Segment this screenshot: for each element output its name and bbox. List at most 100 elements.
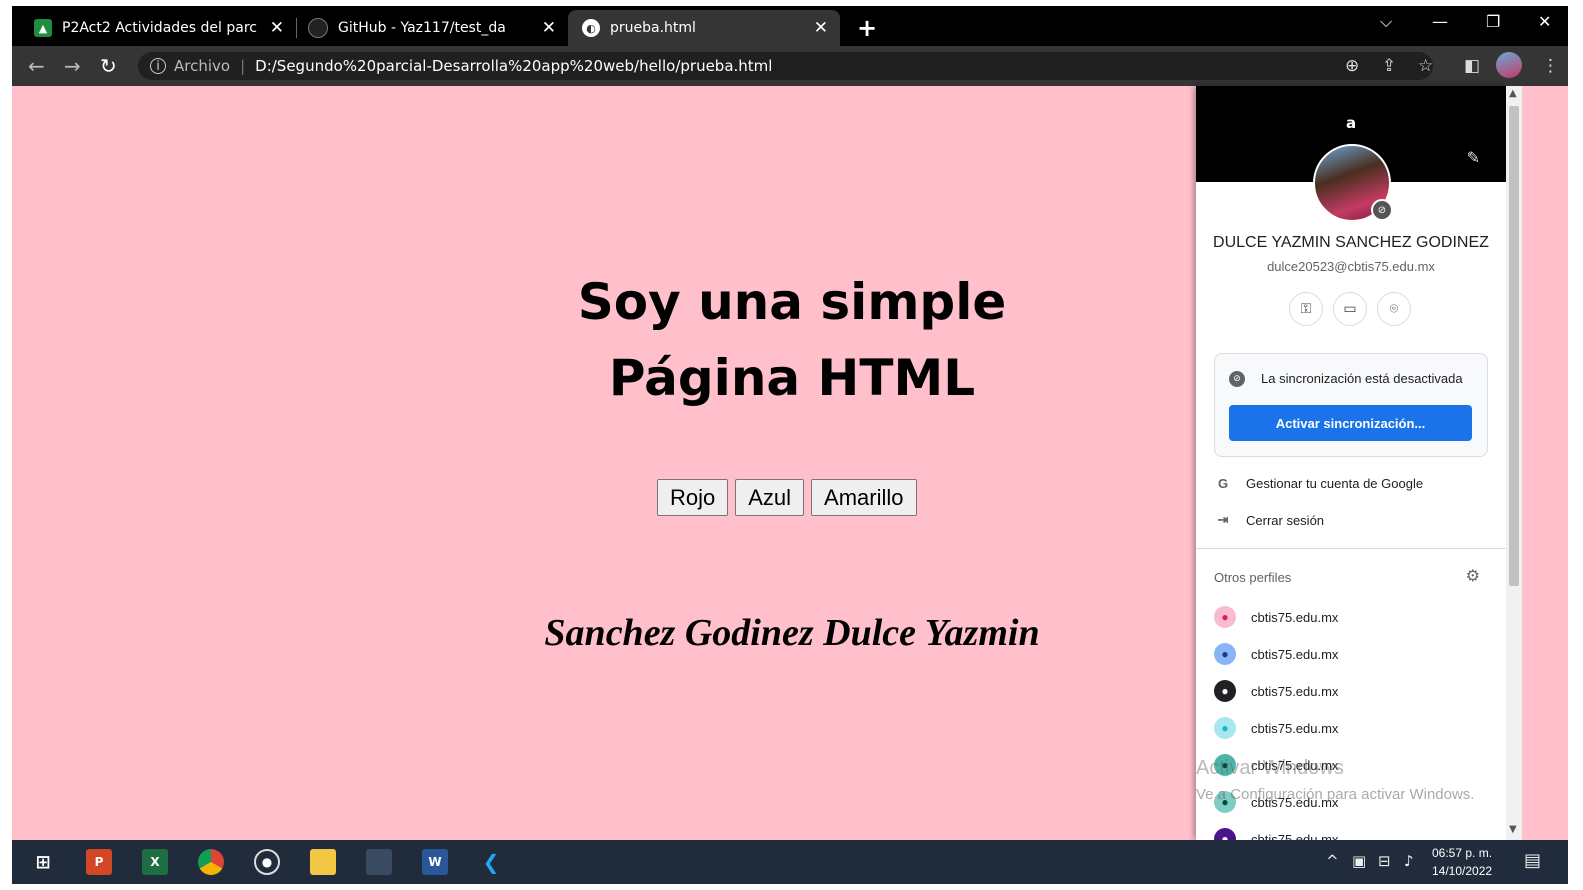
github-icon: [308, 18, 328, 38]
close-tab-icon[interactable]: ✕: [270, 18, 284, 38]
profile-menu: a ✎ ⊘ DULCE YAZMIN SANCHEZ GODINEZ dulce…: [1196, 86, 1506, 840]
close-tab-icon[interactable]: ✕: [542, 18, 556, 38]
profile-email: dulce20523@cbtis75.edu.mx: [1267, 259, 1435, 274]
scroll-thumb[interactable]: [1509, 106, 1519, 586]
other-profile-label: cbtis75.edu.mx: [1251, 609, 1339, 625]
site-info-label: Archivo: [174, 57, 231, 75]
close-tab-icon[interactable]: ✕: [814, 18, 828, 38]
network-icon[interactable]: ⊟: [1378, 852, 1391, 870]
volume-icon[interactable]: ♪: [1404, 852, 1414, 870]
side-panel-icon[interactable]: ◧: [1464, 56, 1480, 76]
other-profiles-label: Otros perfiles: [1214, 570, 1292, 585]
person-icon: ●: [1214, 606, 1236, 628]
color-buttons: Rojo Azul Amarillo: [657, 479, 917, 516]
tab-github[interactable]: GitHub - Yaz117/test_da ✕: [308, 10, 566, 46]
password-key-icon[interactable]: ⚿: [1289, 292, 1323, 326]
windows-activation-title: Activar Windows: [1196, 757, 1344, 779]
url-text[interactable]: D:/Segundo%20parcial-Desarrolla%20app%20…: [255, 57, 772, 75]
google-g-icon: G: [1217, 476, 1229, 491]
minimize-button[interactable]: —: [1432, 12, 1448, 31]
other-profile-item[interactable]: ● cbtis75.edu.mx: [1214, 717, 1338, 739]
browser-toolbar: ← → ↻ i Archivo | D:/Segundo%20parcial-D…: [12, 46, 1568, 86]
sign-out-item[interactable]: ⇥ Cerrar sesión: [1214, 512, 1324, 528]
share-icon[interactable]: ⇪: [1382, 56, 1396, 76]
new-tab-button[interactable]: +: [857, 14, 877, 42]
powerpoint-icon[interactable]: P: [86, 849, 112, 875]
reload-button[interactable]: ↻: [100, 54, 117, 78]
sign-out-label: Cerrar sesión: [1246, 512, 1325, 528]
scroll-down-icon[interactable]: ▼: [1509, 824, 1517, 835]
vscode-icon[interactable]: ❮: [478, 849, 504, 875]
author-name: Sanchez Godinez Dulce Yazmin: [544, 612, 1040, 654]
file-explorer-icon[interactable]: [310, 849, 336, 875]
other-profile-item[interactable]: ● cbtis75.edu.mx: [1214, 643, 1338, 665]
sync-off-badge-icon: ⊘: [1371, 199, 1393, 221]
other-profile-item[interactable]: ● cbtis75.edu.mx: [1214, 828, 1338, 840]
divider: [1196, 548, 1506, 549]
other-profile-item[interactable]: ● cbtis75.edu.mx: [1214, 606, 1338, 628]
menu-kebab-icon[interactable]: ⋮: [1542, 56, 1559, 76]
back-button[interactable]: ←: [28, 54, 45, 78]
clock-time: 06:57 p. m.: [1432, 846, 1493, 860]
bookmark-star-icon[interactable]: ☆: [1418, 56, 1433, 76]
forward-button[interactable]: →: [64, 54, 81, 78]
sign-out-icon: ⇥: [1217, 512, 1229, 527]
scroll-up-icon[interactable]: ▲: [1509, 88, 1517, 99]
excel-icon[interactable]: X: [142, 849, 168, 875]
person-icon: ●: [1214, 643, 1236, 665]
windows-start-icon[interactable]: ⊞: [30, 849, 56, 875]
profile-avatar-button[interactable]: [1496, 52, 1522, 78]
chrome-profile-icon[interactable]: [366, 849, 392, 875]
manage-account-item[interactable]: G Gestionar tu cuenta de Google: [1214, 476, 1423, 491]
tab-search-icon[interactable]: ⌵: [1380, 12, 1392, 32]
tray-expand-icon[interactable]: ^: [1326, 852, 1339, 870]
other-profile-label: cbtis75.edu.mx: [1251, 646, 1339, 662]
address-pin-icon[interactable]: ⌾: [1377, 292, 1411, 326]
tray-app-icon[interactable]: ▣: [1352, 852, 1366, 870]
rojo-button[interactable]: Rojo: [657, 479, 729, 516]
info-icon[interactable]: i: [150, 58, 166, 74]
tab-title: prueba.html: [610, 20, 696, 36]
amarillo-button[interactable]: Amarillo: [811, 479, 917, 516]
tab-classroom[interactable]: ▲ P2Act2 Actividades del parcial 7.( ✕: [34, 10, 292, 46]
tab-title: GitHub - Yaz117/test_da: [338, 20, 506, 36]
chrome-icon[interactable]: [198, 849, 224, 875]
windows-activation-hint: Ve a Configuración para activar Windows.: [1196, 786, 1475, 803]
sync-status-text: La sincronización está desactivada: [1261, 371, 1463, 386]
clock[interactable]: 06:57 p. m. 14/10/2022: [1432, 844, 1492, 880]
payment-card-icon[interactable]: ▭: [1333, 292, 1367, 326]
restore-button[interactable]: ❐: [1486, 12, 1500, 31]
person-icon: ●: [1214, 717, 1236, 739]
other-profile-label: cbtis75.edu.mx: [1251, 831, 1339, 841]
globe-icon: ◐: [582, 19, 600, 37]
profile-menu-scrollbar[interactable]: ▲ ▼: [1506, 86, 1522, 840]
notifications-icon[interactable]: ▤: [1524, 850, 1541, 871]
person-icon: ●: [1214, 680, 1236, 702]
other-profile-label: cbtis75.edu.mx: [1251, 720, 1339, 736]
windows-taskbar: ⊞ P X ● W ❮ ^ ▣ ⊟ ♪ 06:57 p. m. 14/10/20…: [12, 840, 1568, 884]
manage-account-label: Gestionar tu cuenta de Google: [1246, 476, 1424, 491]
word-icon[interactable]: W: [422, 849, 448, 875]
page-heading: Soy una simple Página HTML: [577, 273, 1007, 407]
close-window-button[interactable]: ✕: [1538, 12, 1551, 31]
edit-pencil-icon[interactable]: ✎: [1467, 148, 1480, 167]
person-icon: ●: [1214, 828, 1236, 840]
media-player-icon[interactable]: ●: [254, 849, 280, 875]
address-bar[interactable]: i Archivo | D:/Segundo%20parcial-Desarro…: [138, 52, 1433, 80]
browser-window: ▲ P2Act2 Actividades del parcial 7.( ✕ G…: [12, 6, 1568, 840]
profile-initial: a: [1345, 114, 1357, 132]
tab-prueba[interactable]: ◐ prueba.html ✕: [568, 10, 840, 46]
turn-on-sync-button[interactable]: Activar sincronización...: [1229, 405, 1472, 441]
gear-icon[interactable]: ⚙: [1466, 566, 1480, 585]
sync-box: ⊘ La sincronización está desactivada Act…: [1214, 353, 1488, 457]
profile-name: DULCE YAZMIN SANCHEZ GODINEZ: [1213, 234, 1489, 251]
sync-off-icon: ⊘: [1229, 371, 1245, 387]
other-profile-item[interactable]: ● cbtis75.edu.mx: [1214, 680, 1338, 702]
zoom-icon[interactable]: ⊕: [1345, 56, 1359, 76]
azul-button[interactable]: Azul: [735, 479, 805, 516]
tab-strip: ▲ P2Act2 Actividades del parcial 7.( ✕ G…: [12, 6, 1568, 46]
clock-date: 14/10/2022: [1432, 864, 1493, 878]
other-profile-label: cbtis75.edu.mx: [1251, 683, 1339, 699]
tab-title: P2Act2 Actividades del parcial 7.(: [62, 20, 257, 36]
classroom-icon: ▲: [34, 19, 52, 37]
